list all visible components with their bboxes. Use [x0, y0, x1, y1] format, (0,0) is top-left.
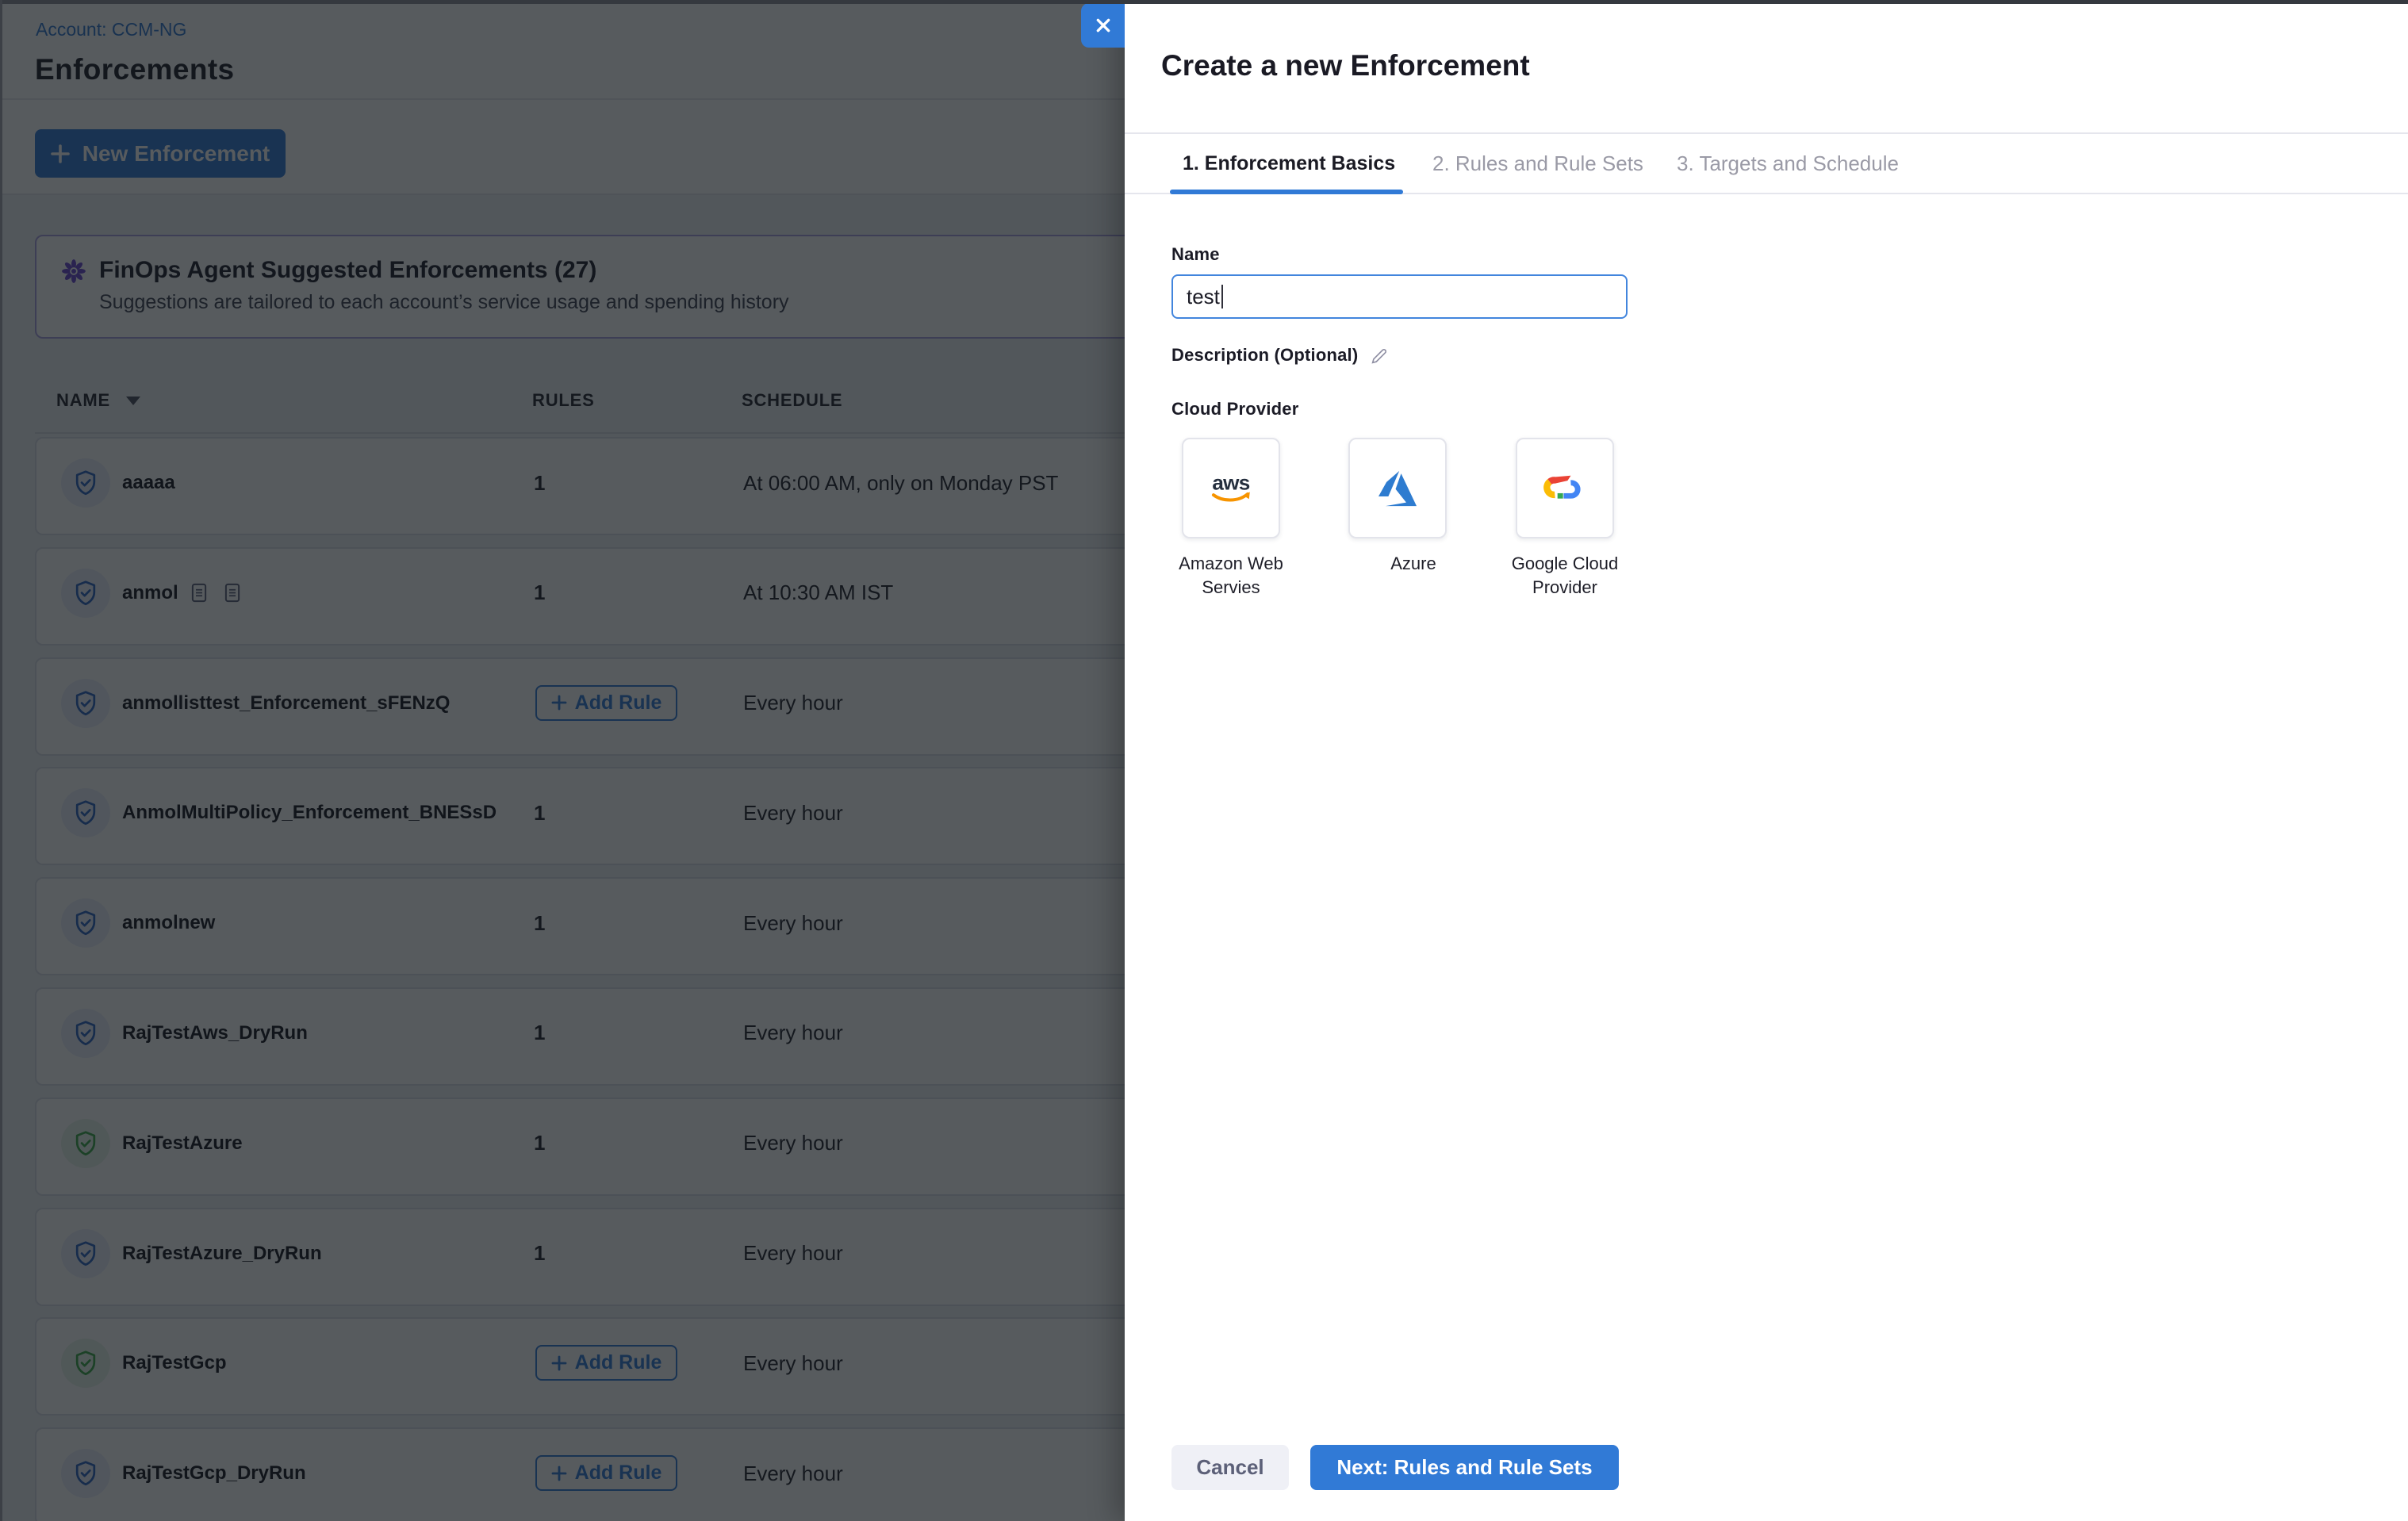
svg-text:aws: aws [1212, 470, 1249, 494]
